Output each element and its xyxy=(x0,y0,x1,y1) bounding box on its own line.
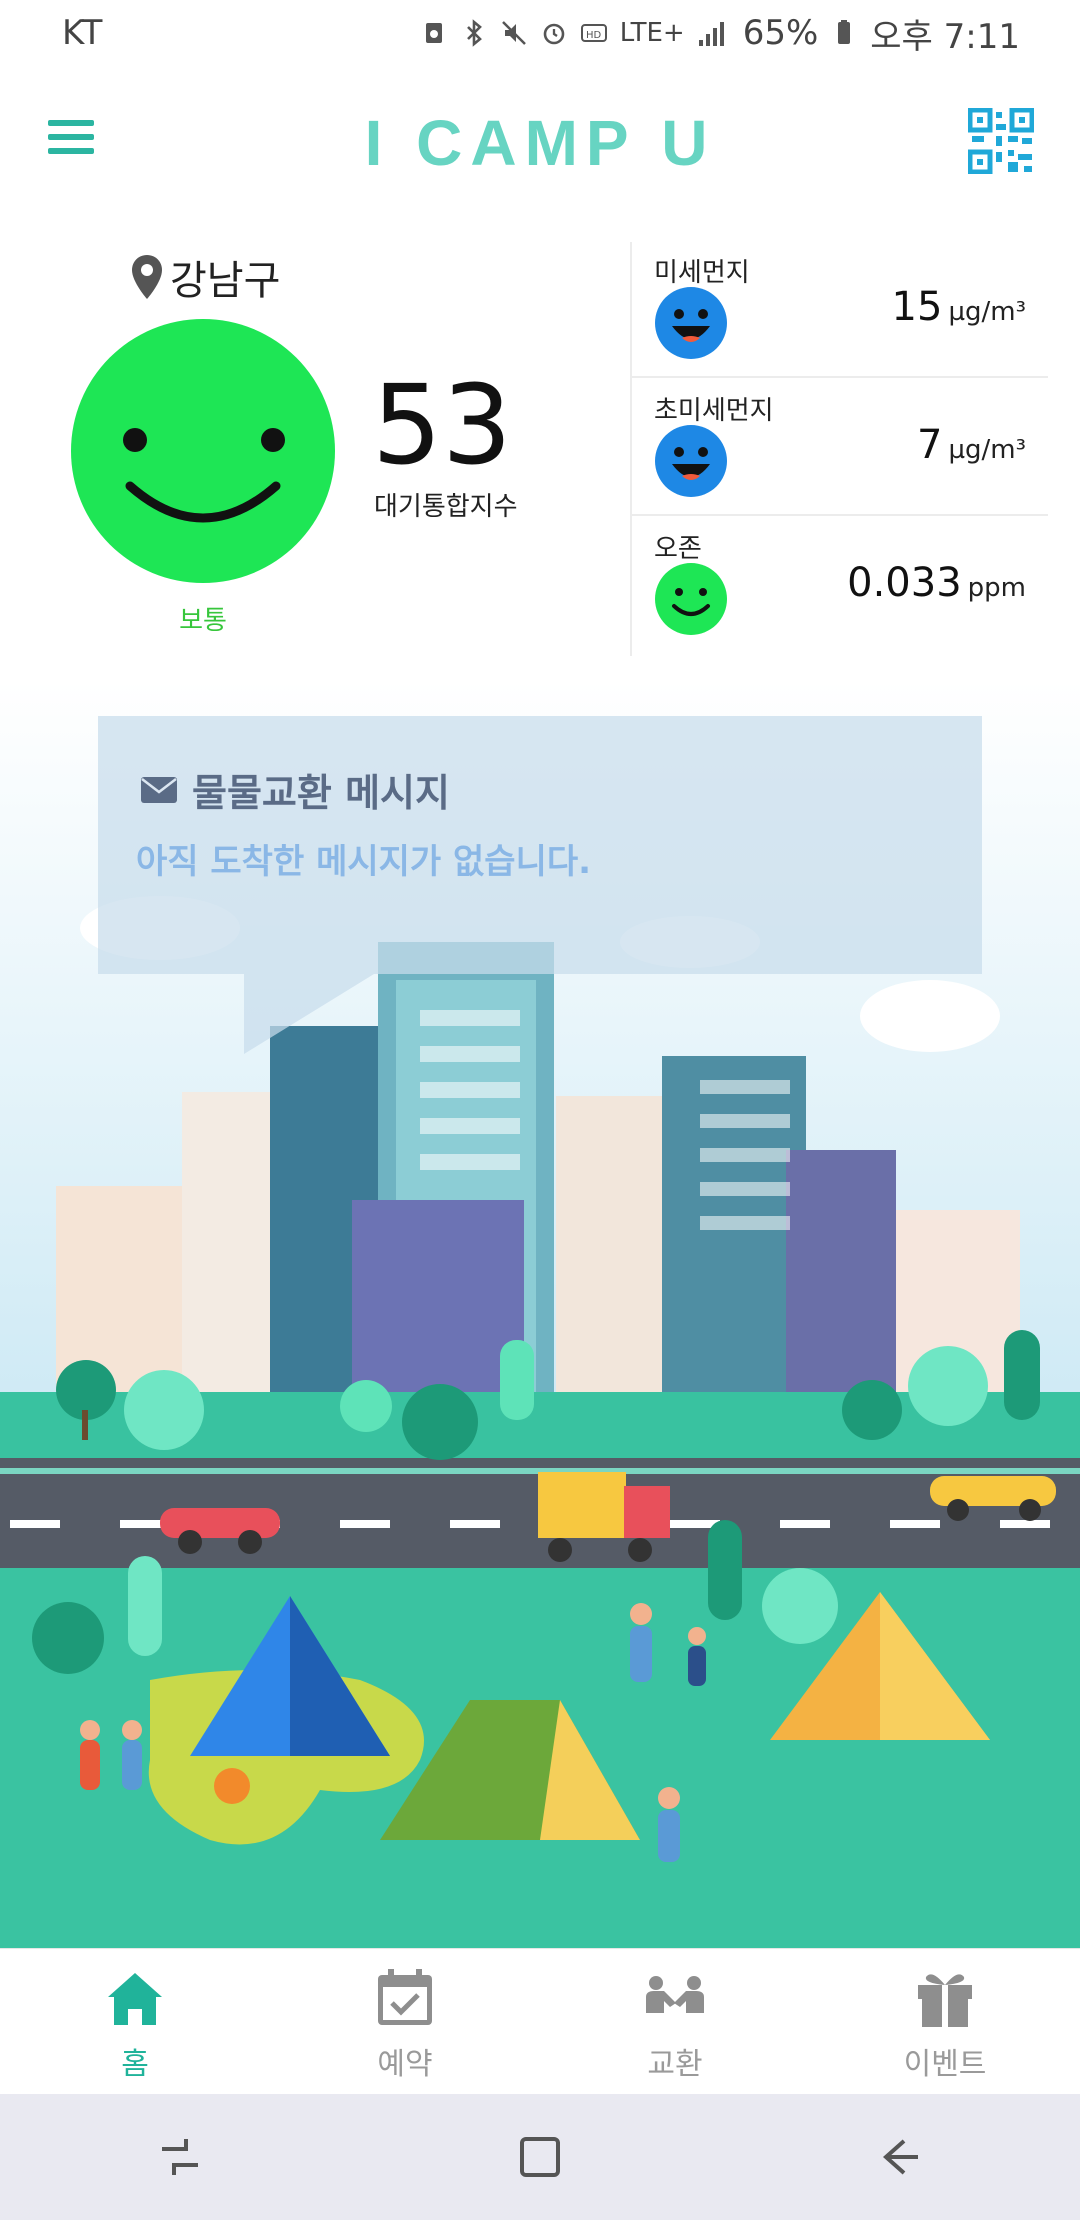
metric-value-row: 7 µg/m³ xyxy=(917,422,1026,468)
happy-face-icon xyxy=(655,425,727,497)
alarm-icon xyxy=(543,23,565,45)
smile-face-icon xyxy=(655,563,727,635)
bottom-navigation: 홈 예약 교환 이벤트 xyxy=(0,1948,1080,2095)
nav-label: 교환 xyxy=(647,2047,703,2082)
metric-value-row: 15 µg/m³ xyxy=(892,284,1026,330)
recycle-notification-icon xyxy=(425,23,442,43)
metric-value: 0.033 xyxy=(847,560,962,606)
message-title: 물물교환 메시지 xyxy=(192,771,450,815)
metric-unit: µg/m³ xyxy=(948,435,1026,465)
message-title-row: 물물교환 메시지 xyxy=(140,762,450,817)
location[interactable]: 강남구 xyxy=(130,248,280,306)
metric-unit: ppm xyxy=(967,573,1026,603)
svg-text:HD: HD xyxy=(586,30,602,41)
air-quality-panel: 강남구 보통 53 대기통합지수 미세먼지 15 µg/m³ 초미세먼지 7 µ… xyxy=(0,240,1080,660)
metric-value: 7 xyxy=(916,422,943,468)
hd-voice-icon: HD xyxy=(580,24,607,42)
location-name: 강남구 xyxy=(170,258,281,304)
metric-value: 15 xyxy=(891,284,943,330)
message-card-tail xyxy=(244,974,374,1054)
air-quality-face-icon xyxy=(71,319,335,583)
nav-label: 예약 xyxy=(377,2047,433,2082)
trade-message-card[interactable]: 물물교환 메시지 아직 도착한 메시지가 없습니다. xyxy=(98,716,982,974)
recent-apps-icon[interactable] xyxy=(150,2127,210,2187)
nav-label: 이벤트 xyxy=(903,2047,987,2082)
calendar-check-icon xyxy=(378,1969,432,2025)
gift-icon xyxy=(918,1974,972,2027)
overall-status: 보통 xyxy=(179,606,227,636)
aqi-value: 53 xyxy=(372,361,512,489)
battery-percent: 65% xyxy=(742,13,819,53)
app-title: I CAMP U xyxy=(364,107,716,179)
home-icon xyxy=(108,1973,162,2025)
status-bar: KT HD LTE+ 65% 오후 7:11 xyxy=(0,0,1080,66)
qr-code-icon[interactable] xyxy=(968,108,1034,174)
app-bar: I CAMP U xyxy=(0,84,1080,196)
nav-event[interactable]: 이벤트 xyxy=(810,1949,1080,2095)
message-body: 아직 도착한 메시지가 없습니다. xyxy=(136,842,592,882)
mute-icon xyxy=(501,21,526,45)
status-icons: HD LTE+ 65% 오후 7:11 xyxy=(420,9,1080,58)
system-navigation-bar xyxy=(0,2094,1080,2220)
metric-fine-dust: 미세먼지 15 µg/m³ xyxy=(632,240,1048,378)
aqi-label: 대기통합지수 xyxy=(374,492,518,522)
battery-icon xyxy=(838,20,851,44)
envelope-icon xyxy=(141,776,177,803)
nav-exchange[interactable]: 교환 xyxy=(540,1949,810,2095)
happy-face-icon xyxy=(655,287,727,359)
metric-unit: µg/m³ xyxy=(948,297,1026,327)
network-type: LTE+ xyxy=(619,18,685,48)
bluetooth-icon xyxy=(466,19,482,47)
metric-name: 초미세먼지 xyxy=(654,396,774,426)
nav-home[interactable]: 홈 xyxy=(0,1949,270,2095)
carrier-label: KT xyxy=(62,13,103,53)
nav-reservation[interactable]: 예약 xyxy=(270,1949,540,2095)
metric-ozone: 오존 0.033 ppm xyxy=(632,516,1048,652)
metric-name: 오존 xyxy=(654,534,702,564)
back-icon[interactable] xyxy=(870,2127,930,2187)
clock: 오후 7:11 xyxy=(870,16,1020,57)
metric-value-row: 0.033 ppm xyxy=(847,560,1026,606)
home-square-icon[interactable] xyxy=(510,2127,570,2187)
exchange-people-icon xyxy=(646,1976,704,2013)
nav-label: 홈 xyxy=(121,2047,149,2082)
metric-name: 미세먼지 xyxy=(654,258,750,288)
signal-icon xyxy=(698,22,724,46)
metric-ultrafine-dust: 초미세먼지 7 µg/m³ xyxy=(632,378,1048,516)
location-pin-icon xyxy=(132,255,162,299)
